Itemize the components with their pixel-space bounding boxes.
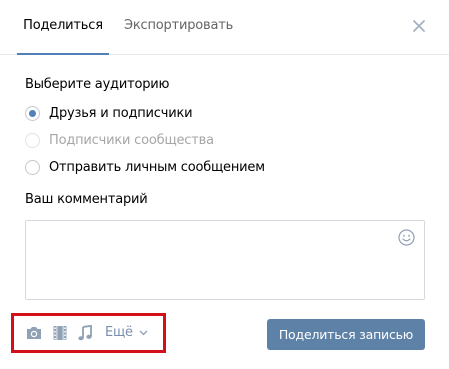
- radio-button: [25, 132, 40, 148]
- radio-button[interactable]: [25, 159, 40, 175]
- comment-input[interactable]: [25, 220, 425, 300]
- audience-option-label: Друзья и подписчики: [49, 105, 193, 121]
- radio-button[interactable]: [25, 105, 40, 121]
- smile-icon[interactable]: [398, 229, 415, 246]
- share-dialog: Поделиться Экспортировать Выберите аудит…: [0, 0, 449, 369]
- audience-option-label: Отправить личным сообщением: [49, 159, 265, 175]
- audience-option-label: Подписчики сообщества: [49, 132, 214, 148]
- dialog-header: Поделиться Экспортировать: [0, 0, 449, 55]
- audience-option-friends[interactable]: Друзья и подписчики: [25, 104, 193, 122]
- share-post-button[interactable]: Поделиться записью: [267, 319, 425, 350]
- audience-option-private-message[interactable]: Отправить личным сообщением: [25, 158, 265, 176]
- comment-title: Ваш комментарий: [25, 192, 148, 207]
- close-icon[interactable]: [411, 18, 427, 34]
- highlight-box: [11, 313, 166, 353]
- audience-option-community: Подписчики сообщества: [25, 131, 214, 149]
- audience-title: Выберите аудиторию: [25, 77, 170, 92]
- tab-export[interactable]: Экспортировать: [124, 0, 233, 55]
- tab-share[interactable]: Поделиться: [17, 0, 109, 55]
